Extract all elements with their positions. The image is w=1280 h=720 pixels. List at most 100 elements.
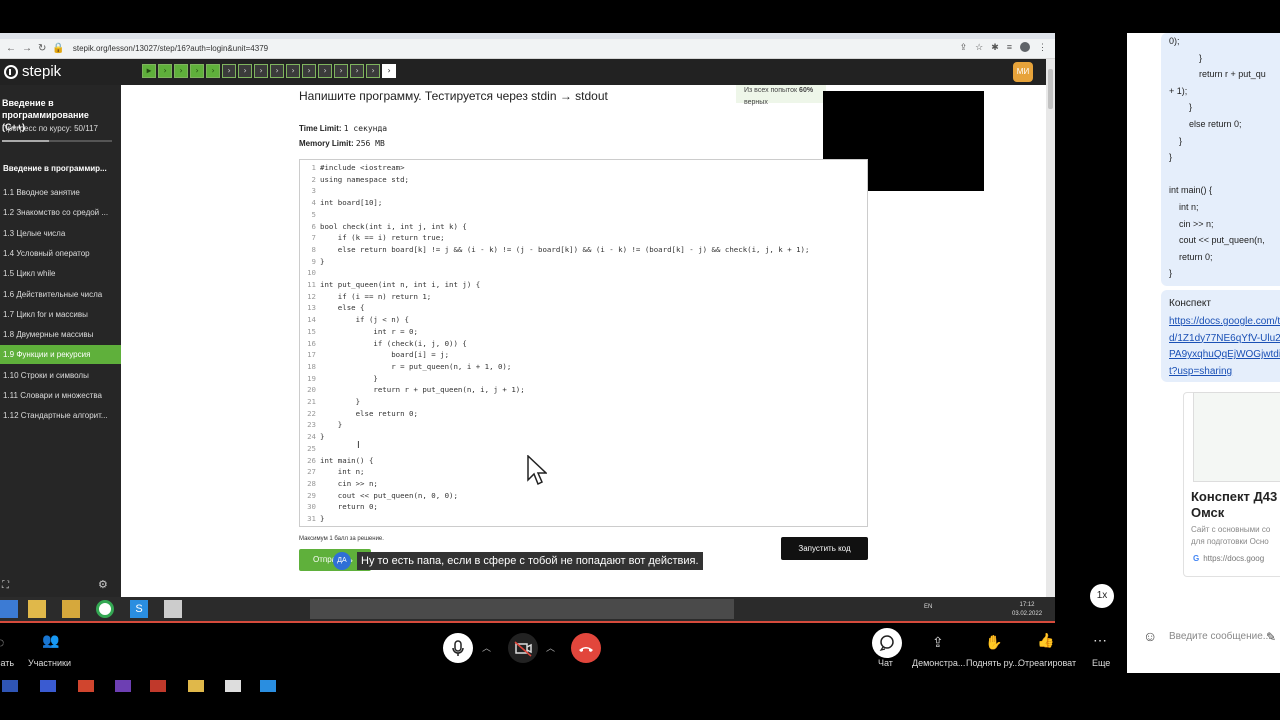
chat-message-input[interactable]: Введите сообщение... — [1169, 631, 1271, 642]
dock-app-icon[interactable] — [150, 680, 166, 692]
sidebar-lesson-item[interactable]: 1.11 Словари и множества — [0, 386, 121, 405]
mouse-pointer-icon — [527, 455, 547, 486]
skype-icon[interactable]: S — [130, 600, 148, 618]
dock-app-icon[interactable] — [115, 680, 131, 692]
code-text: } — [320, 256, 325, 266]
step-7[interactable]: › — [238, 64, 252, 78]
dock-app-icon[interactable] — [188, 680, 204, 692]
step-2[interactable]: › — [158, 64, 172, 78]
reload-icon[interactable]: ↻ — [38, 43, 46, 54]
share-icon[interactable]: ⇪ — [960, 42, 968, 53]
line-number: 1 — [311, 163, 316, 172]
code-text: return r + put_queen(n, i, j + 1); — [320, 385, 525, 395]
run-code-button[interactable]: Запустить код — [781, 537, 868, 560]
participants-label[interactable]: Участники — [28, 658, 71, 668]
sidebar-lesson-item[interactable]: 1.2 Знакомство со средой ... — [0, 203, 121, 222]
microphone-button[interactable] — [443, 633, 473, 663]
raise-hand-label[interactable]: Поднять ру... — [966, 658, 1020, 668]
step-16[interactable]: › — [382, 64, 396, 78]
star-icon[interactable]: ☆ — [975, 42, 983, 53]
attempts-stats: Из всех попыток 60% верных — [736, 85, 826, 106]
dock-app-icon[interactable] — [78, 680, 94, 692]
sidebar-lesson-item[interactable]: 1.6 Действительные числа — [0, 285, 121, 304]
sidebar-lesson-item[interactable]: 1.8 Двумерные массивы — [0, 325, 121, 344]
chat-button[interactable] — [872, 628, 902, 658]
code-text: #include <iostream> — [320, 163, 405, 172]
step-3[interactable]: › — [174, 64, 188, 78]
settings-icon[interactable]: ⚙ — [98, 578, 108, 591]
camera-options-chevron-icon[interactable]: ︿ — [546, 641, 555, 654]
step-8[interactable]: › — [254, 64, 268, 78]
code-text: int n; — [320, 467, 365, 477]
line-number: 7 — [311, 233, 316, 243]
chrome-icon[interactable] — [96, 600, 114, 618]
react-label[interactable]: Отреагироват — [1018, 658, 1076, 668]
step-4[interactable]: › — [190, 64, 204, 78]
line-number: 8 — [311, 244, 316, 254]
step-14[interactable]: › — [350, 64, 364, 78]
more-label[interactable]: Еще — [1092, 658, 1110, 668]
sidebar-lesson-item[interactable]: 1.12 Стандартные алгорит... — [0, 406, 121, 425]
chat-label[interactable]: Чат — [878, 658, 893, 668]
step-6[interactable]: › — [222, 64, 236, 78]
hang-up-button[interactable] — [571, 633, 601, 663]
sidebar-lesson-item[interactable]: 1.7 Цикл for и массивы — [0, 305, 121, 324]
kebab-icon[interactable]: ⋮ — [1038, 42, 1047, 53]
stepik-logo[interactable]: stepik — [4, 63, 61, 80]
sidebar-lesson-item[interactable]: 1.5 Цикл while — [0, 264, 121, 283]
browser-address-bar[interactable]: ← → ↻ 🔒 stepik.org/lesson/13027/step/16?… — [0, 39, 1055, 59]
dock-app-icon[interactable] — [225, 680, 241, 692]
format-icon[interactable]: ✎ — [1266, 630, 1276, 644]
step-9[interactable]: › — [270, 64, 284, 78]
code-editor[interactable]: 1 #include <iostream> 2 using namespace std… — [299, 159, 868, 527]
konspekt-link[interactable]: https://docs.google.com/t/d/1Z1dy77NE6qY… — [1169, 314, 1280, 380]
app-icon[interactable] — [164, 600, 182, 618]
step-13[interactable]: › — [334, 64, 348, 78]
keyboard-language[interactable]: EN — [924, 604, 932, 610]
stepik-logo-icon — [4, 64, 18, 79]
file-explorer-icon[interactable] — [28, 600, 46, 618]
sidebar-lesson-item[interactable]: 1.4 Условный оператор — [0, 244, 121, 263]
chat-bubble-icon[interactable]: ◌ — [0, 634, 4, 650]
sidebar-lesson-item[interactable]: 1.1 Вводное занятие — [0, 183, 121, 202]
emoji-icon[interactable]: ☺ — [1143, 628, 1157, 644]
chat-code-line: } — [1169, 135, 1183, 146]
sidebar-lesson-item[interactable]: 1.3 Целые числа — [0, 224, 121, 243]
user-avatar[interactable]: МИ — [1013, 62, 1033, 82]
dock-app-icon[interactable] — [2, 680, 18, 692]
reaction-icon[interactable]: 👍 — [1037, 632, 1054, 649]
left-partial-label: сать — [0, 658, 15, 668]
camera-button[interactable] — [508, 633, 538, 663]
sidebar-lesson-item[interactable]: 1.9 Функции и рекурсия — [0, 345, 121, 365]
step-10[interactable]: › — [286, 64, 300, 78]
page-scrollbar[interactable] — [1046, 59, 1055, 597]
extensions-icon[interactable]: ✱ — [991, 42, 999, 53]
taskbar-clock[interactable]: 17:12 03.02.2022 — [1012, 601, 1042, 619]
profile-icon[interactable] — [1020, 42, 1030, 52]
url-text[interactable]: stepik.org/lesson/13027/step/16?auth=log… — [73, 44, 268, 53]
line-number: 22 — [307, 408, 316, 418]
media-player-icon[interactable] — [62, 600, 80, 618]
section-title[interactable]: Введение в программир... — [3, 164, 107, 173]
demo-label[interactable]: Демонстра... — [912, 658, 965, 668]
forward-icon[interactable]: → — [22, 43, 32, 54]
link-preview-title[interactable]: Конспект Д43 Омск — [1191, 489, 1280, 521]
screen-share-icon[interactable]: ⇪ — [932, 634, 944, 651]
back-icon[interactable]: ← — [6, 43, 16, 54]
raise-hand-icon[interactable]: ✋ — [985, 634, 1002, 651]
more-icon[interactable]: ⋯ — [1093, 632, 1107, 649]
dock-app-icon[interactable] — [260, 680, 276, 692]
start-icon[interactable] — [0, 600, 18, 618]
dock-app-icon[interactable] — [40, 680, 56, 692]
fullscreen-icon[interactable]: ⛶ — [2, 580, 9, 591]
sidebar-lesson-item[interactable]: 1.10 Строки и символы — [0, 366, 121, 385]
step-1[interactable]: ▶ — [142, 64, 156, 78]
step-5[interactable]: › — [206, 64, 220, 78]
menu-list-icon[interactable]: ≡ — [1007, 42, 1012, 53]
step-12[interactable]: › — [318, 64, 332, 78]
playback-speed-button[interactable]: 1x — [1090, 584, 1114, 608]
mic-options-chevron-icon[interactable]: ︿ — [482, 641, 491, 654]
step-15[interactable]: › — [366, 64, 380, 78]
participants-icon[interactable]: 👥 — [42, 632, 59, 649]
step-11[interactable]: › — [302, 64, 316, 78]
